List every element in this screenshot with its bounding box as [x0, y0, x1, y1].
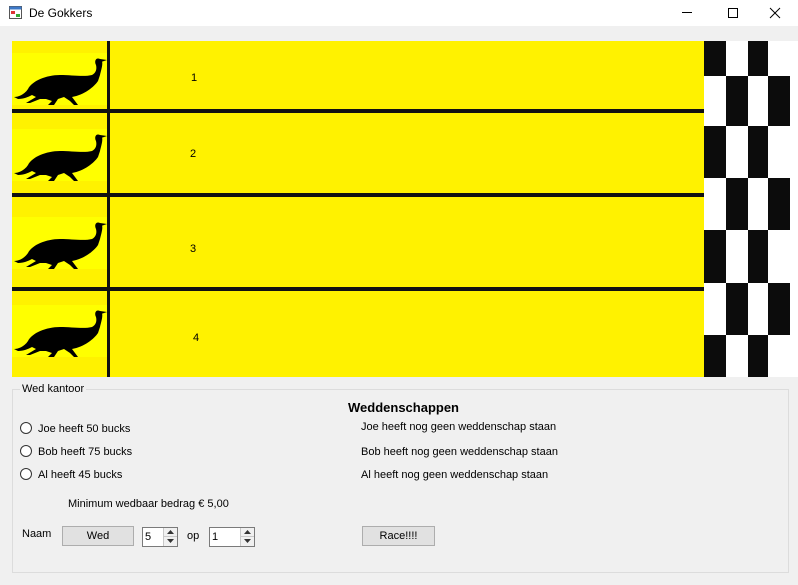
radio-al[interactable]	[20, 468, 32, 480]
maximize-button[interactable]	[710, 0, 756, 26]
runner-stepper[interactable]	[209, 527, 255, 547]
app-window-icon	[9, 6, 22, 19]
arrow-down-icon	[167, 539, 174, 543]
close-button[interactable]	[752, 0, 798, 26]
radio-joe[interactable]	[20, 422, 32, 434]
stepper-buttons[interactable]	[163, 528, 177, 546]
group-title: Wed kantoor	[20, 383, 87, 395]
lane-2	[12, 113, 704, 193]
bet-status-bob: Bob heeft nog geen weddenschap staan	[361, 446, 558, 458]
arrow-down-icon	[244, 539, 251, 543]
maximize-icon	[728, 8, 738, 18]
lane-number: 1	[191, 72, 198, 84]
lane-divider	[12, 193, 704, 197]
bets-heading: Weddenschappen	[348, 400, 460, 415]
start-line	[107, 41, 110, 377]
decrement-button[interactable]	[164, 537, 177, 546]
finish-line	[704, 41, 798, 377]
race-button[interactable]: Race!!!!	[362, 526, 435, 546]
race-track: 1 2 3 4	[12, 41, 798, 377]
runner-number-input[interactable]	[212, 530, 230, 544]
op-label: op	[187, 530, 200, 542]
arrow-up-icon	[167, 530, 174, 534]
close-icon	[769, 7, 781, 19]
bet-status-joe: Joe heeft nog geen weddenschap staan	[361, 421, 557, 433]
lane-3	[12, 197, 704, 287]
bettor-label-joe[interactable]: Joe heeft 50 bucks	[38, 423, 130, 435]
ostrich-silhouette-icon[interactable]	[12, 217, 107, 269]
name-label: Naam	[22, 528, 52, 540]
bet-amount-stepper[interactable]	[142, 527, 178, 547]
lane-divider	[12, 287, 704, 291]
minimum-bet-label: Minimum wedbaar bedrag € 5,00	[68, 498, 229, 510]
bet-button[interactable]: Wed	[62, 526, 134, 546]
ostrich-silhouette-icon[interactable]	[12, 53, 107, 105]
title-bar: De Gokkers	[0, 0, 798, 26]
decrement-button[interactable]	[241, 537, 254, 546]
bettor-label-bob[interactable]: Bob heeft 75 bucks	[38, 446, 132, 458]
lane-4	[12, 291, 704, 377]
lane-number: 3	[190, 243, 197, 255]
arrow-up-icon	[244, 530, 251, 534]
stepper-buttons[interactable]	[240, 528, 254, 546]
lane-number: 4	[193, 332, 200, 344]
bettor-label-al[interactable]: Al heeft 45 bucks	[38, 469, 122, 481]
bet-amount-input[interactable]	[145, 530, 163, 544]
ostrich-silhouette-icon[interactable]	[12, 305, 107, 357]
lane-1	[12, 41, 704, 109]
minimize-button[interactable]	[664, 0, 710, 26]
ostrich-silhouette-icon[interactable]	[12, 129, 107, 181]
radio-bob[interactable]	[20, 445, 32, 457]
window-title: De Gokkers	[29, 6, 93, 20]
lane-divider	[12, 109, 704, 113]
increment-button[interactable]	[241, 528, 254, 537]
minimize-icon	[682, 12, 692, 13]
increment-button[interactable]	[164, 528, 177, 537]
bet-status-al: Al heeft nog geen weddenschap staan	[361, 469, 549, 481]
lane-number: 2	[190, 148, 197, 160]
